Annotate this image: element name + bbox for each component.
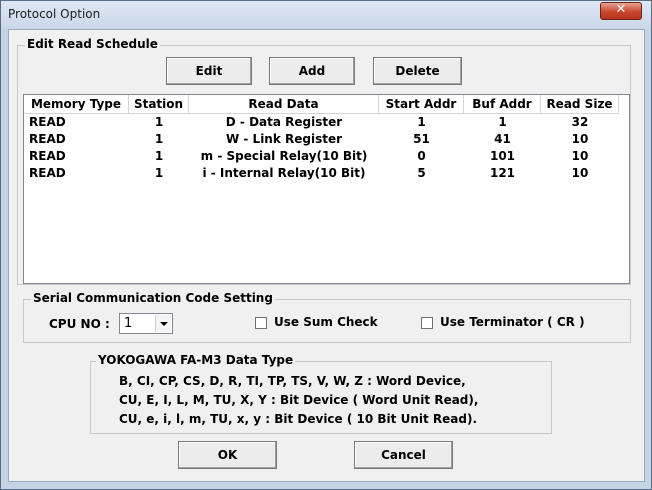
cancel-button[interactable]: Cancel <box>354 441 453 469</box>
close-icon: ✕ <box>615 2 627 17</box>
cell-memory-type: READ <box>29 115 66 129</box>
use-terminator-label[interactable]: Use Terminator ( CR ) <box>440 315 585 329</box>
cell-buf-addr: 121 <box>489 166 516 180</box>
cell-station: 1 <box>154 132 164 146</box>
use-sum-check-label[interactable]: Use Sum Check <box>274 315 378 329</box>
cell-read-size: 32 <box>571 115 589 129</box>
column-header-start-addr[interactable]: Start Addr <box>379 95 464 114</box>
cell-read-size: 10 <box>571 149 589 163</box>
cell-start-addr: 1 <box>417 115 426 129</box>
cpu-no-select[interactable]: 1 <box>119 313 173 334</box>
edit-button[interactable]: Edit <box>166 57 252 85</box>
use-terminator-checkbox[interactable] <box>421 317 433 329</box>
column-header-buf-addr[interactable]: Buf Addr <box>464 95 541 114</box>
dialog-client-area: Edit Read Schedule Edit Add Delete Memor… <box>8 29 645 482</box>
cell-station: 1 <box>154 149 164 163</box>
cell-read-size: 10 <box>571 132 589 146</box>
cell-start-addr: 0 <box>417 149 426 163</box>
cell-read-data: D - Data Register <box>225 115 343 129</box>
data-type-line-bit-10-unit: CU, e, i, l, m, TU, x, y : Bit Device ( … <box>119 412 477 426</box>
use-sum-check-checkbox[interactable] <box>255 317 267 329</box>
chevron-down-icon[interactable] <box>155 315 171 332</box>
data-type-line-word-device: B, CI, CP, CS, D, R, TI, TP, TS, V, W, Z… <box>119 374 466 388</box>
cell-read-size: 10 <box>571 166 589 180</box>
cell-read-data: W - Link Register <box>225 132 343 146</box>
column-header-read-size[interactable]: Read Size <box>541 95 619 114</box>
cell-station: 1 <box>154 166 164 180</box>
cell-start-addr: 51 <box>413 132 430 146</box>
edit-read-schedule-label: Edit Read Schedule <box>25 37 160 51</box>
cell-read-data: i - Internal Relay(10 Bit) <box>202 166 366 180</box>
data-type-line-bit-word-unit: CU, E, I, L, M, TU, X, Y : Bit Device ( … <box>119 393 479 407</box>
cell-read-data: m - Special Relay(10 Bit) <box>200 149 368 163</box>
column-header-read-data[interactable]: Read Data <box>189 95 379 114</box>
serial-communication-label: Serial Communication Code Setting <box>31 291 275 305</box>
read-schedule-table[interactable]: Memory Type Station Read Data Start Addr… <box>23 94 630 284</box>
window-title: Protocol Option <box>8 7 101 21</box>
cell-memory-type: READ <box>29 166 66 180</box>
cell-buf-addr: 101 <box>489 149 516 163</box>
cell-station: 1 <box>154 115 164 129</box>
delete-button[interactable]: Delete <box>373 57 462 85</box>
title-bar: Protocol Option ✕ <box>1 1 651 29</box>
cell-memory-type: READ <box>29 149 66 163</box>
protocol-option-window: Protocol Option ✕ Edit Read Schedule Edi… <box>0 0 652 490</box>
ok-button[interactable]: OK <box>178 441 277 469</box>
add-button[interactable]: Add <box>269 57 355 85</box>
cell-buf-addr: 1 <box>498 115 507 129</box>
column-header-station[interactable]: Station <box>129 95 189 114</box>
cell-start-addr: 5 <box>417 166 426 180</box>
data-type-label: YOKOGAWA FA-M3 Data Type <box>96 353 296 367</box>
column-header-memory-type[interactable]: Memory Type <box>24 95 129 114</box>
cell-buf-addr: 41 <box>494 132 511 146</box>
cpu-no-label: CPU NO : <box>49 317 110 331</box>
table-row[interactable]: READ 1 i - Internal Relay(10 Bit) 5 121 … <box>24 165 629 182</box>
table-row[interactable]: READ 1 m - Special Relay(10 Bit) 0 101 1… <box>24 148 629 165</box>
cell-memory-type: READ <box>29 132 66 146</box>
table-row[interactable]: READ 1 D - Data Register 1 1 32 <box>24 114 629 131</box>
close-button[interactable]: ✕ <box>600 2 642 20</box>
table-row[interactable]: READ 1 W - Link Register 51 41 10 <box>24 131 629 148</box>
cpu-no-value: 1 <box>124 316 133 331</box>
